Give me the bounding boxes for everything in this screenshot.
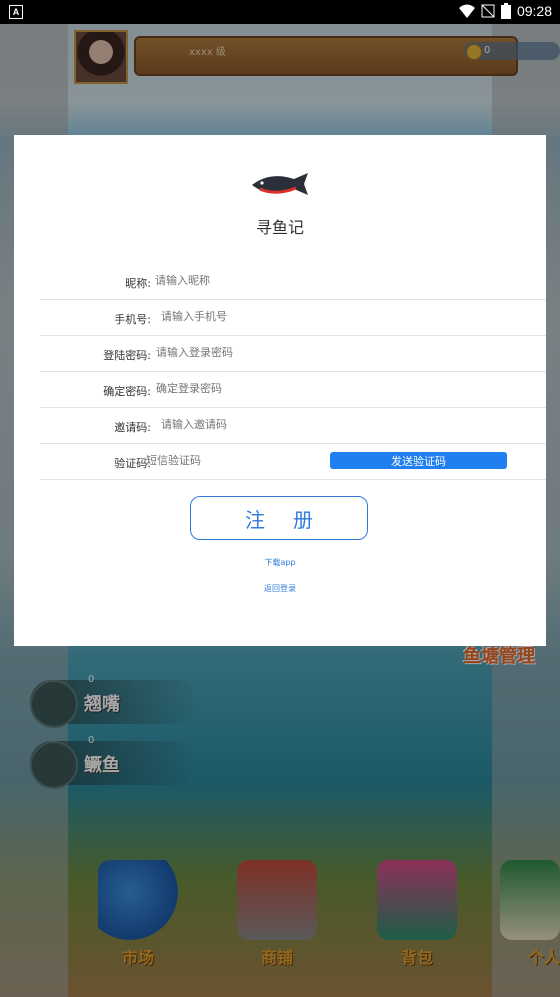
download-app-link[interactable]: 下载app bbox=[14, 557, 546, 568]
status-bar: A 09:28 bbox=[0, 0, 560, 24]
send-code-button[interactable]: 发送验证码 bbox=[330, 452, 507, 469]
password-label: 登陆密码: bbox=[103, 349, 151, 362]
status-icons: 09:28 bbox=[458, 3, 552, 19]
password-input[interactable] bbox=[156, 341, 356, 363]
register-button[interactable]: 注册 bbox=[190, 496, 368, 540]
nickname-input[interactable] bbox=[155, 269, 355, 291]
register-dialog: 寻鱼记 昵称: 手机号: 登陆密码: 确定密码: 邀请码: 验证码: 发送验证码… bbox=[14, 135, 546, 646]
phone-input[interactable] bbox=[161, 305, 361, 327]
nickname-row: 昵称: bbox=[40, 263, 546, 300]
password-row: 登陆密码: bbox=[40, 335, 546, 372]
clock: 09:28 bbox=[516, 3, 552, 19]
wifi-icon bbox=[458, 4, 475, 18]
nickname-label: 昵称: bbox=[125, 277, 151, 290]
confirm-password-row: 确定密码: bbox=[40, 371, 546, 408]
notification-a-icon: A bbox=[9, 5, 23, 19]
confirm-password-input[interactable] bbox=[156, 377, 356, 399]
back-to-login-link[interactable]: 返回登录 bbox=[14, 583, 546, 594]
confirm-password-label: 确定密码: bbox=[103, 385, 151, 398]
fish-logo-icon bbox=[252, 173, 308, 195]
invite-code-input[interactable] bbox=[161, 413, 361, 435]
brand-title: 寻鱼记 bbox=[255, 218, 304, 237]
invite-code-row: 邀请码: bbox=[40, 407, 546, 444]
invite-code-label: 邀请码: bbox=[114, 421, 151, 434]
phone-row: 手机号: bbox=[40, 299, 546, 336]
phone-label: 手机号: bbox=[114, 313, 151, 326]
no-signal-icon bbox=[481, 4, 495, 18]
battery-icon bbox=[500, 3, 511, 19]
sms-code-input[interactable] bbox=[146, 449, 296, 471]
